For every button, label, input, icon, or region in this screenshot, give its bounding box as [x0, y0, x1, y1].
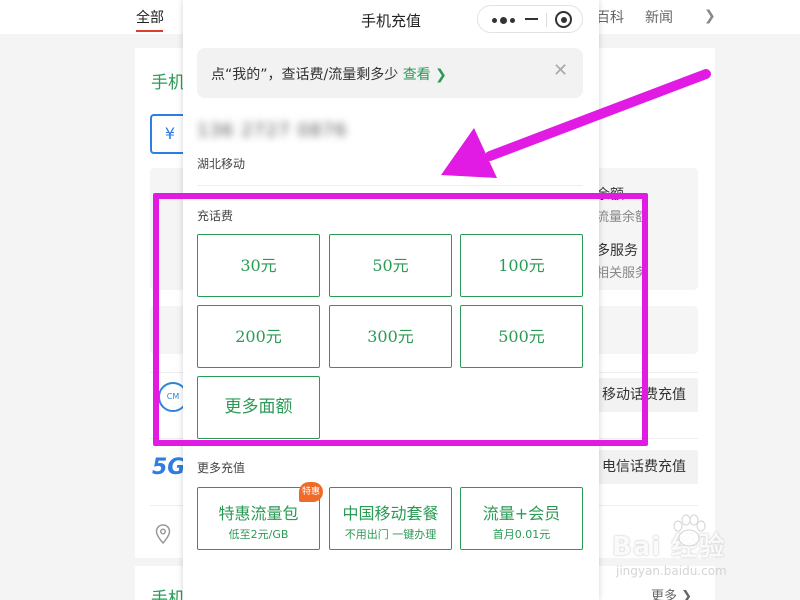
divider — [197, 185, 583, 186]
card-title: 流量+会员 — [482, 504, 561, 523]
card-subtitle: 低至2元/GB — [228, 528, 289, 541]
mobile-plan-card[interactable]: 中国移动套餐 不用出门 一键办理 — [329, 487, 452, 550]
close-icon[interactable]: ✕ — [553, 62, 568, 80]
card-title: 特惠流量包 — [218, 504, 299, 523]
notice-banner: 点“我的”，查话费/流量剩多少 查看 ❯ ✕ — [197, 48, 583, 98]
tab-news[interactable]: 新闻 — [645, 7, 673, 27]
card-subtitle: 不用出门 一键办理 — [344, 528, 437, 541]
telecom-recharge-button[interactable]: 电信话费充值 — [590, 450, 698, 484]
watermark-url: jingyan.baidu.com — [616, 564, 727, 578]
target-circle-icon[interactable] — [555, 11, 572, 28]
baidu-paw-icon — [673, 514, 706, 547]
card-subtitle: 首月0.01元 — [492, 528, 551, 541]
more-recharge-section-label: 更多充值 — [197, 461, 246, 475]
highlight-box — [153, 193, 648, 446]
active-tab-underline — [136, 30, 163, 32]
card-title: 中国移动套餐 — [342, 504, 439, 523]
tab-all[interactable]: 全部 — [136, 7, 164, 27]
data-package-card[interactable]: 特惠流量包 低至2元/GB 特惠 — [197, 482, 323, 550]
chevron-right-icon[interactable]: ❯ — [704, 7, 722, 25]
mini-program-capsule — [477, 5, 583, 33]
phone-number-blurred[interactable]: 136 2727 0876 — [197, 120, 367, 144]
carrier-label: 湖北移动 — [197, 157, 246, 171]
minus-icon[interactable] — [525, 18, 538, 20]
data-membership-card[interactable]: 流量+会员 首月0.01元 — [460, 487, 583, 550]
location-pin-icon — [155, 524, 171, 545]
baidu-jingyan-watermark: Bai 经验 jingyan.baidu.com — [612, 512, 762, 582]
tab-baike[interactable]: 百科 — [596, 7, 624, 27]
background-card-title: 手机 — [151, 73, 185, 93]
capsule-separator — [546, 13, 547, 27]
promo-badge: 特惠 — [299, 482, 323, 502]
more-dots-icon[interactable] — [492, 17, 518, 24]
notice-text: 点“我的”，查话费/流量剩多少 查看 ❯ — [211, 67, 447, 83]
5g-logo: 5G — [152, 455, 186, 480]
background-card-title-2: 手机 — [151, 589, 185, 600]
more-link[interactable]: 更多 ❯ — [651, 585, 692, 600]
view-link[interactable]: 查看 ❯ — [403, 67, 447, 83]
